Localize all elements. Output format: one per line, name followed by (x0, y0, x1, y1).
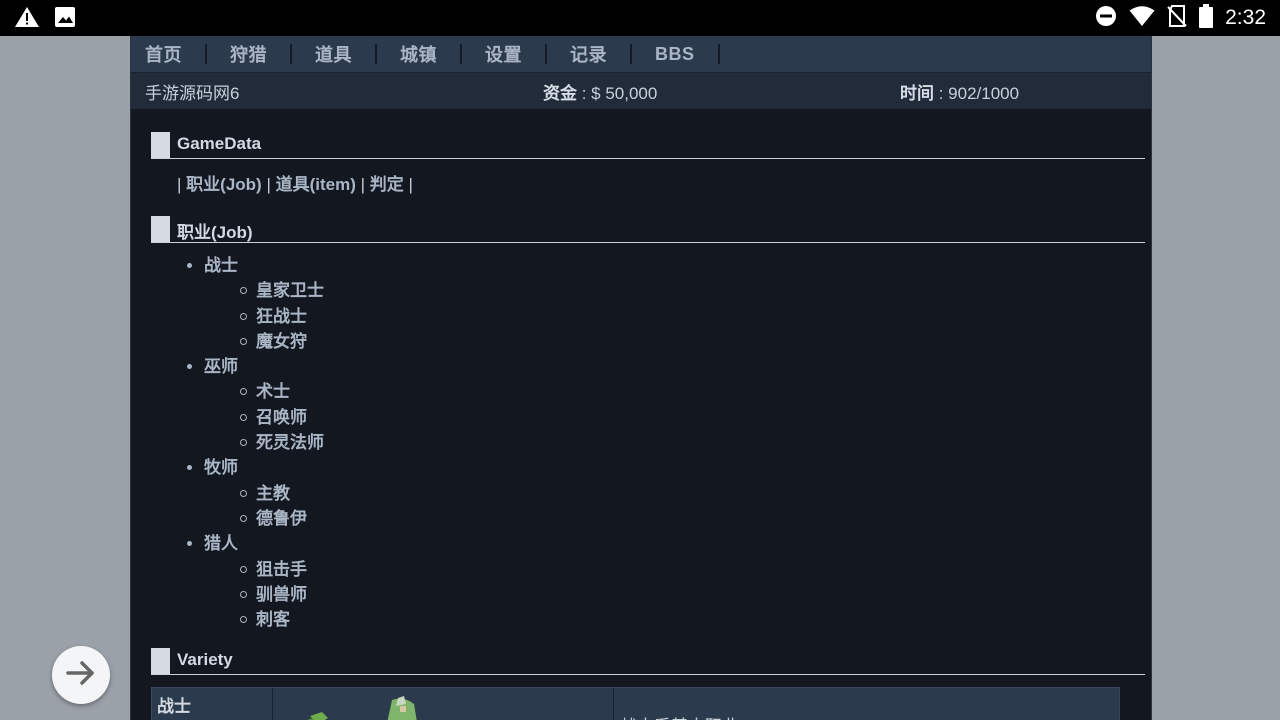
nav-divider (545, 44, 547, 64)
section-marker (151, 648, 170, 674)
section-marker (151, 132, 170, 158)
nav-divider (290, 44, 292, 64)
link-separator: | (177, 175, 182, 194)
subjob-link[interactable]: 皇家卫士 (204, 278, 324, 303)
time-value: : 902/1000 (934, 83, 1020, 103)
section-title: Variety (177, 650, 233, 669)
section-job: 职业(Job) (151, 216, 1145, 243)
link-separator: | (266, 175, 271, 194)
image-icon (54, 6, 76, 32)
subjob-list: 主教 德鲁伊 (204, 481, 324, 532)
gamedata-links: | 职业(Job) | 道具(item) | 判定 | (177, 170, 413, 195)
variety-table: 战士 战士系基本职业 (151, 687, 1120, 720)
forward-button[interactable] (52, 646, 110, 704)
subjob-link[interactable]: 狂战士 (204, 304, 324, 329)
variety-name: 战士 (157, 697, 191, 716)
money-value: : $ 50,000 (577, 83, 658, 103)
job-link-priest[interactable]: 牧师 (204, 458, 238, 477)
nav-bbs[interactable]: BBS (647, 44, 703, 65)
top-nav: 首页 狩猎 道具 城镇 设置 记录 BBS (131, 36, 1151, 73)
section-variety: Variety (151, 648, 1145, 675)
time-display: 时间 : 902/1000 (900, 79, 1019, 104)
money-label: 资金 (543, 83, 577, 103)
dnd-icon (1095, 5, 1117, 31)
subjob-link[interactable]: 驯兽师 (204, 582, 324, 607)
job-item: 猎人 狙击手 驯兽师 刺客 (187, 531, 324, 632)
character-sprite-image (282, 696, 462, 720)
section-marker (151, 216, 170, 242)
link-judge[interactable]: 判定 (370, 175, 404, 194)
warning-icon (14, 6, 40, 32)
job-link-wizard[interactable]: 巫师 (204, 357, 238, 376)
status-bar: 2:32 (0, 0, 1280, 36)
subjob-link[interactable]: 狙击手 (204, 557, 324, 582)
subjob-list: 术士 召唤师 死灵法师 (204, 379, 324, 455)
subjob-link[interactable]: 召唤师 (204, 405, 324, 430)
nav-home[interactable]: 首页 (137, 41, 190, 67)
section-gamedata: GameData (151, 132, 1145, 159)
table-divider (613, 688, 614, 720)
nav-divider (205, 44, 207, 64)
nav-records[interactable]: 记录 (562, 41, 615, 67)
money-display: 资金 : $ 50,000 (543, 79, 657, 104)
arrow-right-icon (65, 657, 97, 693)
time-label: 时间 (900, 83, 934, 103)
nav-divider (630, 44, 632, 64)
job-item: 牧师 主教 德鲁伊 (187, 455, 324, 531)
section-title: GameData (177, 134, 262, 153)
job-link-warrior[interactable]: 战士 (204, 256, 238, 275)
nav-town[interactable]: 城镇 (392, 41, 445, 67)
page-frame: 首页 狩猎 道具 城镇 设置 记录 BBS 手游源码网6 资金 : $ 50,0… (130, 36, 1152, 720)
clock: 2:32 (1225, 6, 1266, 29)
subjob-link[interactable]: 术士 (204, 379, 324, 404)
link-item[interactable]: 道具(item) (276, 175, 356, 194)
section-title: 职业(Job) (177, 223, 253, 242)
link-job[interactable]: 职业(Job) (186, 175, 262, 194)
subjob-link[interactable]: 主教 (204, 481, 324, 506)
subjob-list: 皇家卫士 狂战士 魔女狩 (204, 278, 324, 354)
subjob-list: 狙击手 驯兽师 刺客 (204, 557, 324, 633)
nav-hunt[interactable]: 狩猎 (222, 41, 275, 67)
site-name: 手游源码网6 (145, 83, 240, 103)
job-item: 战士 皇家卫士 狂战士 魔女狩 (187, 253, 324, 354)
info-bar: 手游源码网6 资金 : $ 50,000 时间 : 902/1000 (131, 73, 1151, 109)
job-list: 战士 皇家卫士 狂战士 魔女狩 巫师 术士 召唤师 死灵法师 牧师 主教 德鲁伊… (187, 253, 324, 632)
wifi-icon (1129, 5, 1155, 31)
no-sim-icon (1167, 5, 1187, 31)
nav-divider (717, 44, 720, 64)
job-item: 巫师 术士 召唤师 死灵法师 (187, 354, 324, 455)
nav-divider (375, 44, 377, 64)
nav-divider (460, 44, 462, 64)
variety-description: 战士系基本职业 (620, 712, 739, 720)
battery-icon (1199, 4, 1214, 32)
subjob-link[interactable]: 德鲁伊 (204, 506, 324, 531)
nav-settings[interactable]: 设置 (477, 41, 530, 67)
link-separator: | (360, 175, 366, 194)
subjob-link[interactable]: 刺客 (204, 607, 324, 632)
job-link-hunter[interactable]: 猎人 (204, 534, 238, 553)
subjob-link[interactable]: 死灵法师 (204, 430, 324, 455)
link-separator: | (408, 175, 413, 194)
nav-items[interactable]: 道具 (307, 41, 360, 67)
subjob-link[interactable]: 魔女狩 (204, 329, 324, 354)
table-divider (272, 688, 273, 720)
